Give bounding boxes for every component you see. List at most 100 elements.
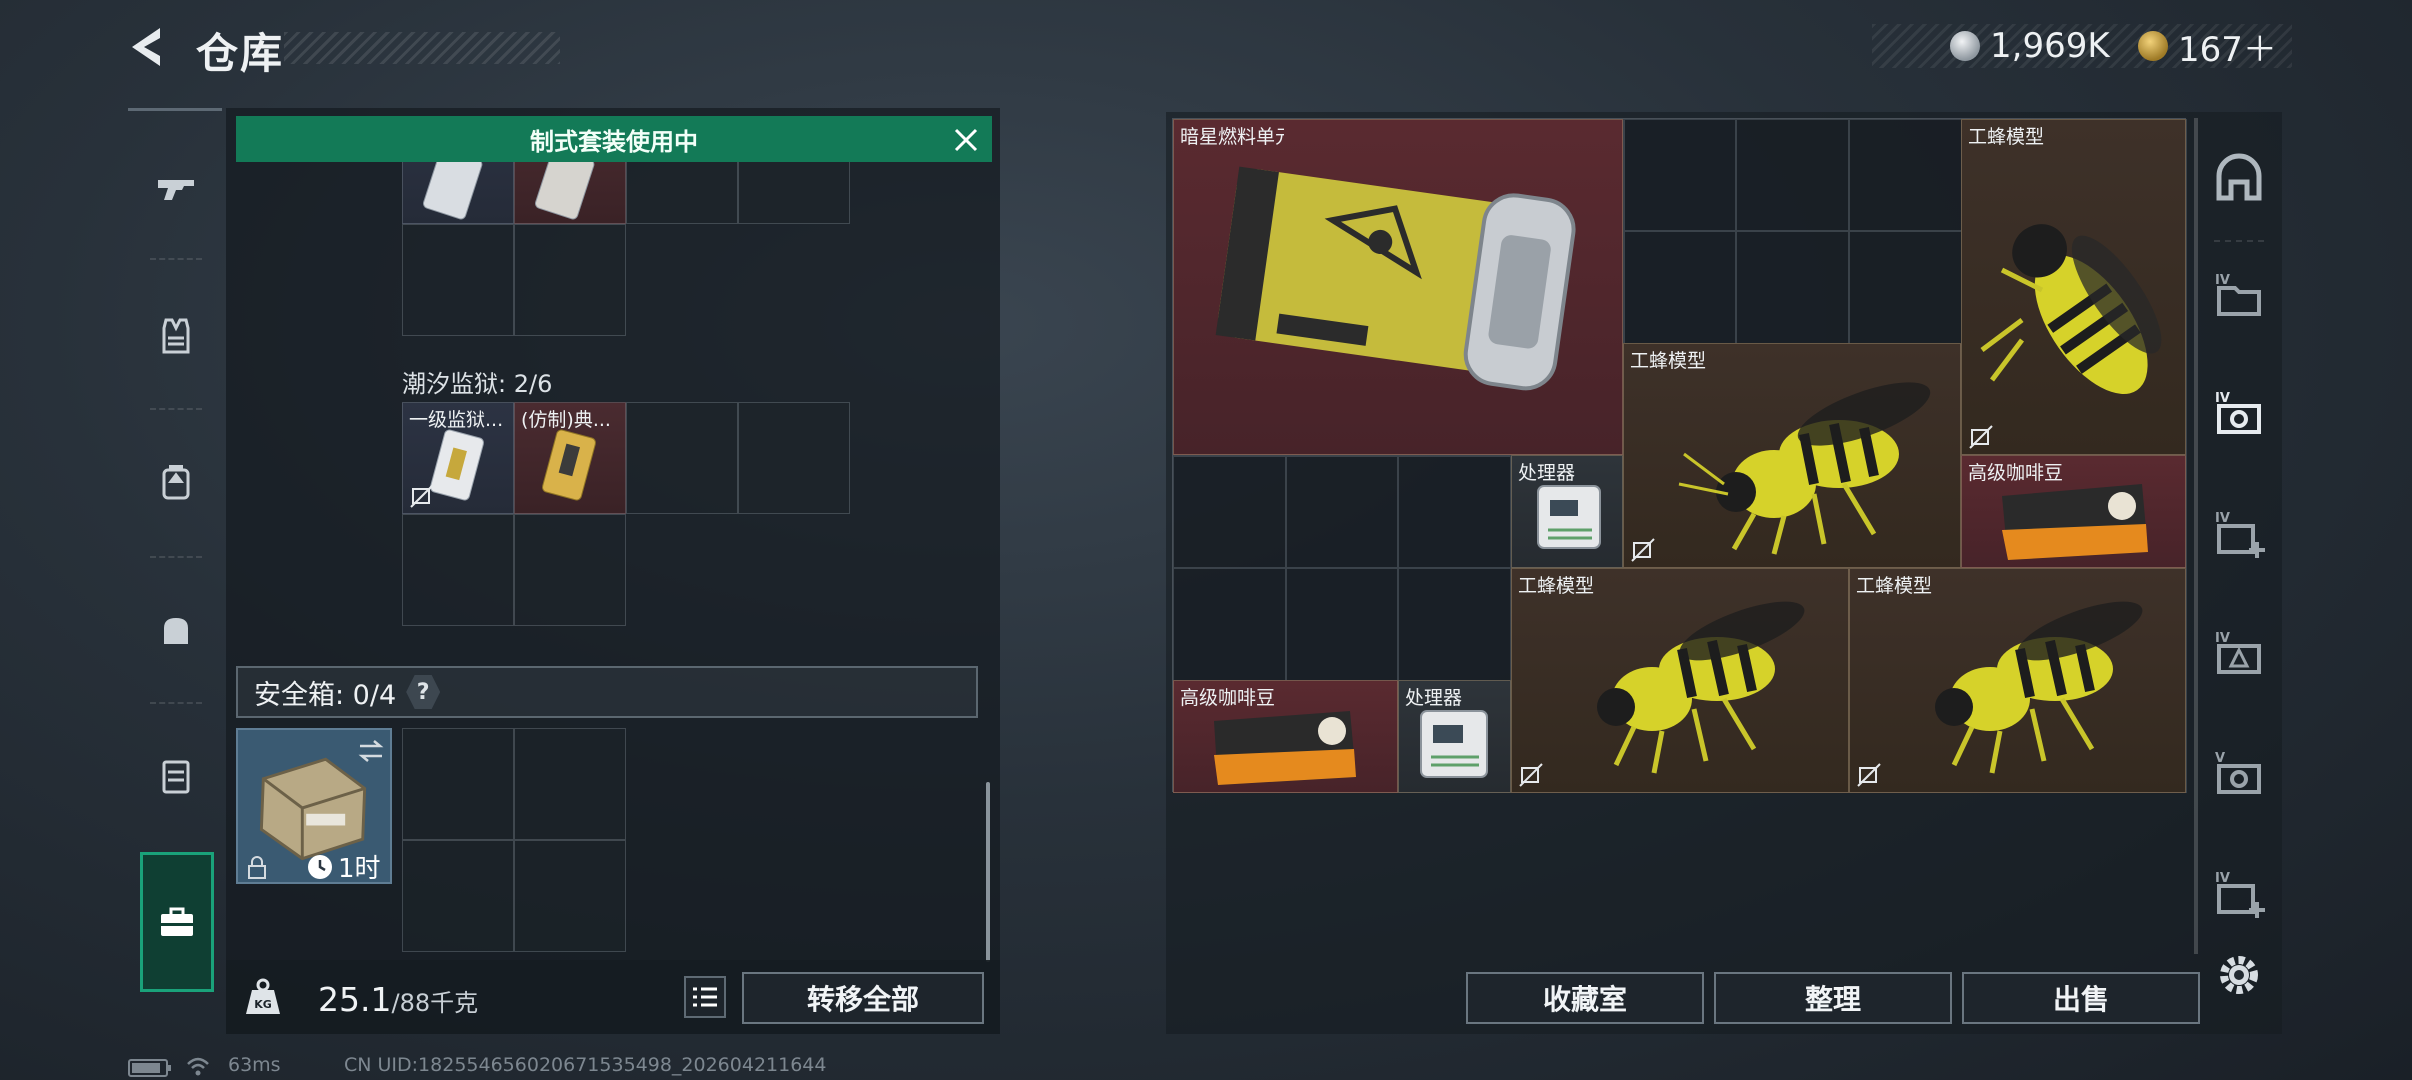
- nav-item-backpack[interactable]: [138, 442, 214, 522]
- grid-cell[interactable]: [402, 224, 514, 336]
- currency-silver[interactable]: 1,969K: [1950, 24, 2110, 68]
- stash-tab-4[interactable]: IV: [2202, 494, 2276, 574]
- stash-item-worker-bee-4[interactable]: 工蜂模型: [1849, 568, 2186, 793]
- grid-cell[interactable]: [514, 728, 626, 840]
- stash-cell[interactable]: [1849, 119, 1962, 232]
- grid-item-card-1[interactable]: [402, 162, 514, 224]
- stash-item-coffee-1[interactable]: 高级咖啡豆: [1961, 455, 2186, 568]
- camera-iv-icon: V: [2215, 751, 2261, 794]
- grid-item-prison-card-2[interactable]: (仿制)典...: [514, 402, 626, 514]
- item-label: 工蜂模型: [1856, 575, 1933, 597]
- grid-cell[interactable]: [402, 840, 514, 952]
- stash-item-processor-2[interactable]: 处理器: [1398, 680, 1511, 793]
- nav-separator: [150, 408, 202, 410]
- grid-cell[interactable]: [738, 162, 850, 224]
- grid-item-prison-card-1[interactable]: 一级监狱...: [402, 402, 514, 514]
- svg-text:V: V: [2215, 751, 2225, 766]
- stash-cell[interactable]: [1398, 456, 1511, 569]
- nav-item-case[interactable]: [138, 736, 214, 816]
- helmet-icon: [2216, 153, 2262, 201]
- nav-separator: [150, 702, 202, 704]
- collection-room-button[interactable]: 收藏室: [1466, 972, 1704, 1024]
- tidal-prison-grid: 一级监狱... (仿制)典...: [402, 402, 850, 626]
- currency-gold[interactable]: 167＋: [2138, 24, 2277, 70]
- swap-icon[interactable]: [356, 738, 386, 764]
- battery-icon: [128, 1059, 171, 1077]
- backpack-icon: [162, 465, 190, 500]
- stash-tab-3[interactable]: IV: [2202, 374, 2276, 454]
- bee-model-image: [1935, 601, 2143, 774]
- pouch-icon: [164, 618, 188, 644]
- pouch-grid-top: [402, 162, 850, 336]
- case-icon: [162, 760, 190, 794]
- transfer-all-button[interactable]: 转移全部: [742, 972, 984, 1024]
- stash-tab-2[interactable]: IV: [2202, 256, 2276, 336]
- folder-iv-icon: IV: [2215, 273, 2261, 316]
- grid-cell[interactable]: [626, 402, 738, 514]
- bee-model-image: [1678, 382, 1931, 555]
- item-label: 处理器: [1405, 687, 1463, 709]
- stash-item-coffee-2[interactable]: 高级咖啡豆: [1173, 680, 1398, 793]
- bee-model-image: [1597, 601, 1805, 774]
- stash-item-worker-bee-3[interactable]: 工蜂模型: [1511, 568, 1849, 793]
- stash-cell[interactable]: [1736, 231, 1849, 344]
- stash-tab-6[interactable]: V: [2202, 734, 2276, 814]
- no-trade-icon: [1969, 425, 1993, 449]
- nav-item-pouch[interactable]: [138, 590, 214, 670]
- stash-cell[interactable]: [1736, 119, 1849, 232]
- nav-item-weapon[interactable]: [138, 148, 214, 228]
- settings-gear-icon[interactable]: [2214, 950, 2264, 1000]
- stash-item-worker-bee-1[interactable]: 工蜂模型: [1961, 119, 2186, 455]
- safebox-grid: [402, 728, 626, 952]
- weight-value: 25.1/88千克: [318, 980, 478, 1019]
- stash-cell[interactable]: [1398, 568, 1511, 681]
- svg-text:IV: IV: [2215, 631, 2230, 646]
- item-label: 高级咖啡豆: [1968, 462, 2064, 484]
- stash-cell[interactable]: [1623, 119, 1737, 232]
- stash-cell[interactable]: [1173, 456, 1286, 569]
- safebox-slot[interactable]: 1时: [236, 728, 392, 884]
- bee-model-image: [1980, 224, 2162, 395]
- stash-tab-main[interactable]: [2202, 140, 2276, 220]
- item-label: 一级监狱...: [409, 409, 504, 431]
- svg-text:KG: KG: [254, 998, 272, 1011]
- grid-cell[interactable]: [514, 224, 626, 336]
- safebox-timer-text: 1时: [338, 854, 381, 884]
- weight-max: /88千克: [391, 989, 479, 1017]
- grid-cell[interactable]: [402, 514, 514, 626]
- stash-cell[interactable]: [1173, 568, 1286, 681]
- stash-tab-5[interactable]: IV: [2202, 614, 2276, 694]
- safebox-timer: 1时: [306, 848, 381, 885]
- fuel-canister-image: [1215, 166, 1576, 391]
- svg-text:IV: IV: [2215, 871, 2230, 886]
- grid-cell[interactable]: [738, 402, 850, 514]
- back-button[interactable]: [126, 24, 172, 70]
- sort-button[interactable]: 整理: [1714, 972, 1952, 1024]
- currency-gold-value: 167＋: [2178, 29, 2277, 70]
- grid-item-card-2[interactable]: [514, 162, 626, 224]
- stash-cell[interactable]: [1285, 456, 1399, 569]
- stash-tab-7[interactable]: IV: [2202, 854, 2276, 934]
- nav-separator: [150, 556, 202, 558]
- item-label: 高级咖啡豆: [1180, 687, 1276, 709]
- stash-item-processor-1[interactable]: 处理器: [1511, 455, 1623, 568]
- banner-close-button[interactable]: [946, 120, 986, 160]
- loadout-scrollbar[interactable]: [986, 782, 990, 962]
- stash-item-fuel-cell[interactable]: 暗星燃料单元: [1173, 119, 1623, 455]
- help-button[interactable]: ?: [406, 675, 441, 709]
- grid-cell[interactable]: [402, 728, 514, 840]
- stash-item-worker-bee-2[interactable]: 工蜂模型: [1623, 343, 1961, 568]
- keycard-image: [534, 162, 595, 220]
- grid-cell[interactable]: [514, 514, 626, 626]
- list-view-button[interactable]: [684, 976, 726, 1018]
- stash-cell[interactable]: [1849, 231, 1962, 344]
- grid-cell[interactable]: [514, 840, 626, 952]
- stash-cell[interactable]: [1623, 231, 1737, 344]
- sell-button[interactable]: 出售: [1962, 972, 2200, 1024]
- item-label: 工蜂模型: [1518, 575, 1595, 597]
- stash-cell[interactable]: [1285, 568, 1399, 681]
- grid-cell[interactable]: [626, 162, 738, 224]
- nav-item-toolbox[interactable]: [140, 852, 214, 992]
- safebox-header: 安全箱: 0/4 ?: [236, 666, 978, 718]
- nav-item-armor[interactable]: [138, 296, 214, 376]
